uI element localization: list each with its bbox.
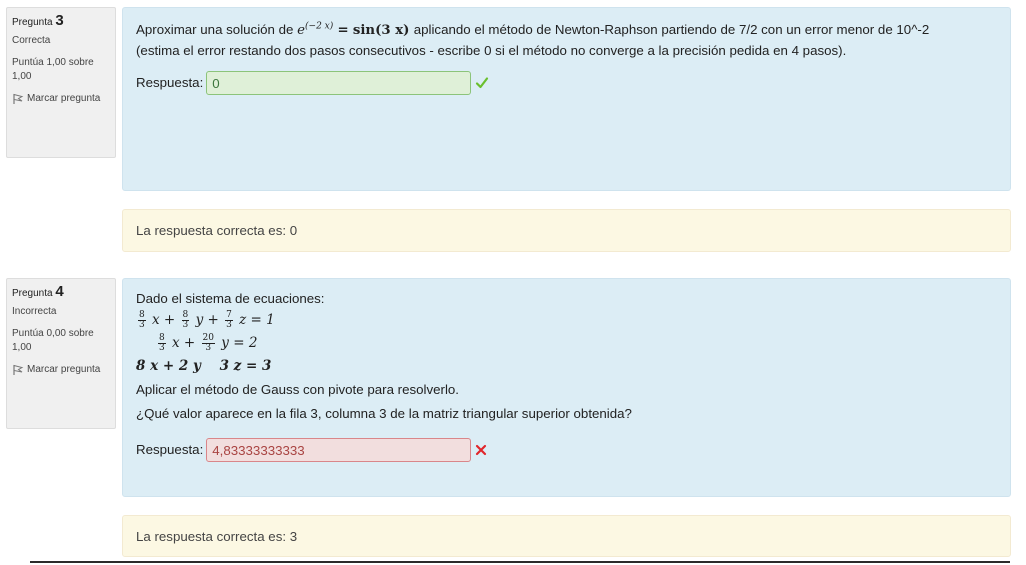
term: y = 2: [221, 335, 258, 351]
question-state: Correcta: [12, 35, 51, 46]
equation-3: 8 x + 2 y 3 z = 3: [136, 358, 272, 374]
question-content-4: Dado el sistema de ecuaciones: 83 x + 83…: [122, 278, 1011, 497]
fraction: 83: [138, 310, 146, 330]
question-number-value: 3: [55, 12, 64, 29]
question-info-3: Pregunta 3 Correcta Puntúa 1,00 sobre 1,…: [6, 7, 116, 158]
question-content-3: Aproximar una solución de e(−2 x) = sin(…: [122, 7, 1011, 191]
method-text: Aplicar el método de Gauss con pivote pa…: [136, 382, 459, 397]
question-text-end: aplicando el método de Newton-Raphson pa…: [413, 22, 930, 37]
flag-label: Marcar pregunta: [27, 364, 101, 375]
check-icon: [475, 76, 489, 90]
equation-1: 83 x + 83 y + 73 z = 1: [136, 309, 997, 332]
answer-input[interactable]: [206, 438, 472, 462]
cross-icon: [475, 444, 487, 456]
math-exponent: (−2 x): [305, 21, 334, 32]
question-grade: Puntúa 0,00 sobre 1,00: [12, 328, 94, 353]
term: z = 1: [239, 312, 275, 328]
question-state: Incorrecta: [12, 306, 57, 317]
fraction: 83: [181, 310, 190, 330]
answer-label: Respuesta:: [136, 442, 204, 457]
fraction: 20 3: [201, 333, 215, 353]
answer-row: Respuesta:: [136, 71, 997, 95]
math-expression: e(−2 x) = sin(3 x): [297, 21, 414, 38]
question-grade: Puntúa 1,00 sobre 1,00: [12, 57, 94, 82]
question-number: Pregunta 4: [12, 283, 110, 301]
feedback-3: La respuesta correcta es: 0: [122, 209, 1011, 252]
correct-answer-text: La respuesta correcta es: 0: [136, 223, 298, 238]
term: x +: [172, 335, 196, 351]
bottom-divider: [0, 559, 1026, 565]
question-prompt: ¿Qué valor aparece en la fila 3, columna…: [136, 406, 632, 421]
question-text-start: Aproximar una solución de: [136, 22, 294, 37]
divider-bar: [30, 561, 1010, 563]
fraction: 73: [225, 310, 233, 330]
answer-input[interactable]: [206, 71, 472, 95]
feedback-4: La respuesta correcta es: 3: [122, 515, 1011, 557]
fraction: 83: [158, 333, 166, 353]
question-label: Pregunta: [12, 288, 53, 299]
flag-question-link[interactable]: Marcar pregunta: [12, 92, 110, 106]
question-number: Pregunta 3: [12, 12, 110, 30]
question-text: Aproximar una solución de e(−2 x) = sin(…: [136, 20, 997, 41]
math-base: e: [297, 23, 306, 38]
equation-2: 83 x + 20 3 y = 2: [136, 332, 997, 355]
flag-question-link[interactable]: Marcar pregunta: [12, 363, 110, 377]
flag-icon: [13, 364, 24, 375]
term: y +: [195, 312, 219, 328]
math-equals: =: [337, 23, 349, 38]
flag-icon: [13, 93, 24, 104]
question-intro: Dado el sistema de ecuaciones:: [136, 291, 325, 306]
term: x +: [152, 312, 176, 328]
question-info-4: Pregunta 4 Incorrecta Puntúa 0,00 sobre …: [6, 278, 116, 429]
question-label: Pregunta: [12, 17, 53, 28]
question-number-value: 4: [55, 283, 64, 300]
correct-answer-text: La respuesta correcta es: 3: [136, 529, 298, 544]
answer-row: Respuesta:: [136, 438, 997, 462]
flag-label: Marcar pregunta: [27, 93, 101, 104]
question-text-line2: (estima el error restando dos pasos cons…: [136, 43, 847, 58]
answer-label: Respuesta:: [136, 75, 204, 90]
math-rhs: sin(3 x): [352, 23, 410, 38]
